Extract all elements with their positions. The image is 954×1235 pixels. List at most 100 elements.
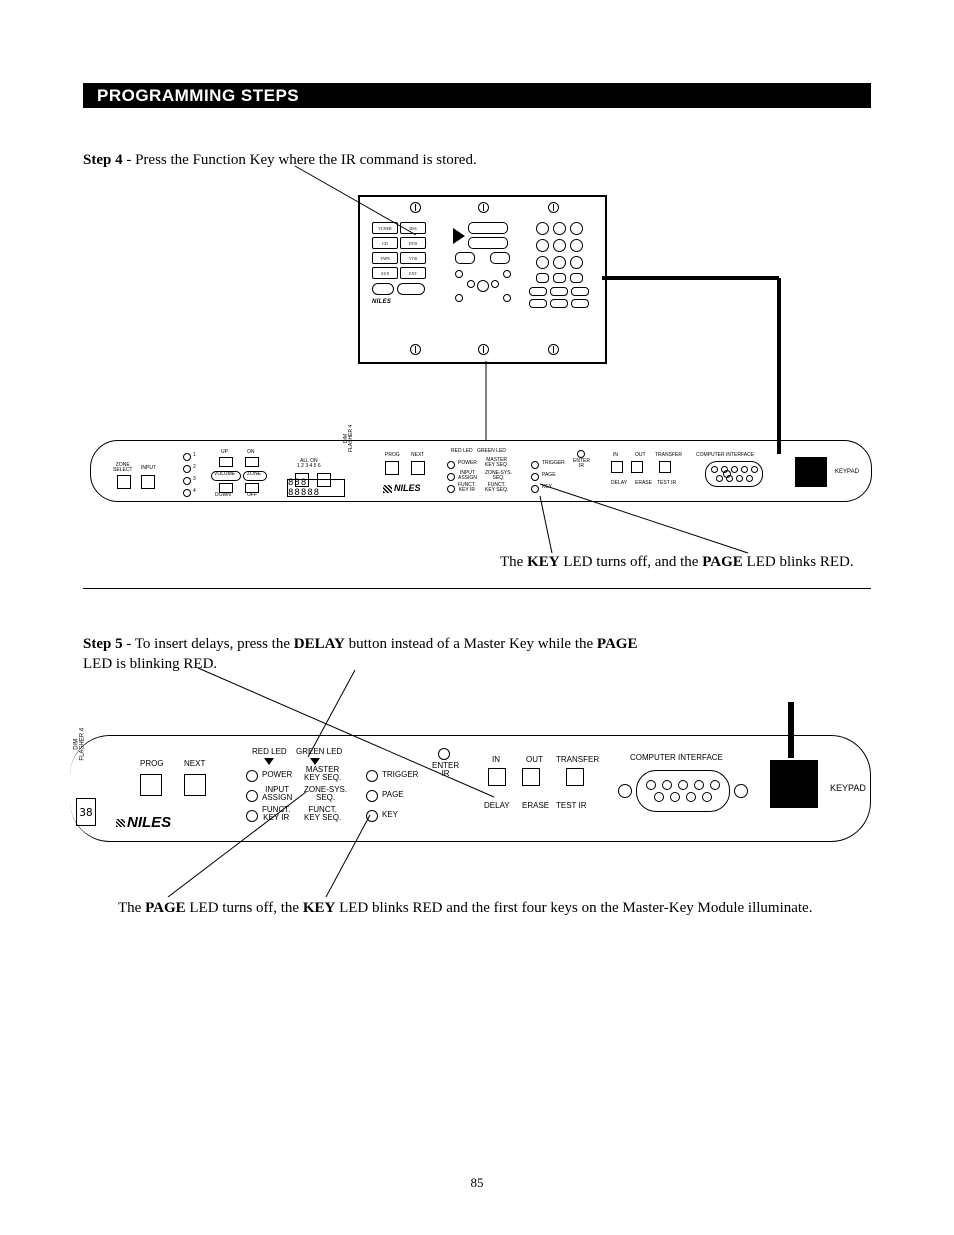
label: ZONE SELECT <box>113 463 132 474</box>
label: D/M FLASHER 4 <box>344 425 355 452</box>
label: GREEN LED <box>477 449 506 454</box>
step-5-label: Step 5 <box>83 636 123 652</box>
label: OUT <box>635 453 646 458</box>
led-icon <box>183 465 191 473</box>
label: DELAY <box>484 802 510 810</box>
keypad-btn <box>468 222 508 234</box>
label: D/M FLASHER 4 <box>73 728 86 761</box>
label: TRANSFER <box>655 453 682 458</box>
master-key <box>550 299 568 308</box>
caption-step-4: The KEY LED turns off, and the PAGE LED … <box>500 554 880 571</box>
label: IN <box>613 453 618 458</box>
label: FUNCT. KEY IR <box>262 806 290 823</box>
label: INPUT ASSIGN <box>262 786 292 803</box>
master-key <box>536 273 549 283</box>
keypad-btn: VCR <box>400 252 426 264</box>
text: KEY <box>527 554 560 570</box>
led-icon <box>531 473 539 481</box>
label: ERASE <box>635 481 652 486</box>
keypad-btn: TUNER <box>372 222 398 234</box>
button-icon <box>488 768 506 786</box>
button-icon <box>245 457 259 467</box>
screw-icon <box>410 344 421 355</box>
dot-icon <box>491 280 499 288</box>
label: TEST IR <box>556 802 587 810</box>
rack-unit-small: ZONE SELECT INPUT 1 2 3 4 UP ON VOLUME Z… <box>90 440 872 502</box>
label: 1 <box>193 453 196 458</box>
keypad-btn: CD <box>372 237 398 249</box>
master-key <box>570 273 583 283</box>
keypad-btn: DSS <box>400 222 426 234</box>
caption-step-5: The PAGE LED turns off, the KEY LED blin… <box>118 900 878 917</box>
text: The <box>118 900 145 916</box>
label: POWER <box>262 771 292 779</box>
label: 2 <box>193 465 196 470</box>
keypad-btn <box>490 252 510 264</box>
arrow-down-icon <box>264 758 274 765</box>
step-4-desc: - Press the Function Key where the IR co… <box>123 152 477 168</box>
label: OFF <box>247 493 257 498</box>
master-key <box>553 273 566 283</box>
horizontal-rule <box>83 588 871 589</box>
play-icon <box>453 228 465 244</box>
rj-port-icon <box>795 457 827 487</box>
screw-icon <box>478 202 489 213</box>
keypad-module: TUNERDSS CDDVD TAPEVCR AUXEXT NILES <box>358 195 607 364</box>
label: PROG <box>385 453 400 458</box>
dot-icon <box>467 280 475 288</box>
label: INPUT <box>141 466 156 471</box>
label: COMPUTER INTERFACE <box>696 453 754 458</box>
rack-unit-large: D/M FLASHER 4 38 PROG NEXT NILES RED LED… <box>70 735 871 842</box>
master-key <box>570 256 583 269</box>
label: POWER <box>458 461 477 466</box>
keypad-btn: TAPE <box>372 252 398 264</box>
label: NEXT <box>411 453 424 458</box>
label: ZONE <box>247 472 261 477</box>
segment-display: 38 <box>76 798 96 826</box>
dot-icon <box>503 294 511 302</box>
arrow-down-icon <box>310 758 320 765</box>
label: MASTER KEY SEQ. <box>485 458 508 469</box>
label: 3 <box>193 477 196 482</box>
label: DOWN <box>215 493 231 498</box>
led-icon <box>246 770 258 782</box>
label: TEST IR <box>657 481 676 486</box>
label: KEY <box>542 485 552 490</box>
step-5-text: Step 5 - To insert delays, press the DEL… <box>83 634 663 675</box>
label: IN <box>492 756 500 764</box>
screw-icon <box>478 344 489 355</box>
button-icon <box>566 768 584 786</box>
led-icon <box>183 453 191 461</box>
button-icon <box>184 774 206 796</box>
text: PAGE <box>145 900 186 916</box>
text: LED blinks RED. <box>743 554 854 570</box>
screw-icon <box>548 344 559 355</box>
label: PAGE <box>542 473 556 478</box>
text: LED turns off, the <box>186 900 303 916</box>
keypad-btn: DVD <box>400 237 426 249</box>
button-icon <box>219 457 233 467</box>
master-key <box>571 287 589 296</box>
screw-icon <box>410 202 421 213</box>
label: FUNCT. KEY SEQ. <box>485 483 508 494</box>
page-number: 85 <box>0 1175 954 1191</box>
label: KEY <box>382 811 398 819</box>
niles-logo: NILES <box>383 483 421 493</box>
screw-icon <box>618 784 632 798</box>
dot-icon <box>455 294 463 302</box>
label: PROG <box>140 760 164 768</box>
label: 4 <box>193 489 196 494</box>
label: VOLUME <box>214 472 235 477</box>
button-icon <box>611 461 623 473</box>
label: ZONE-SYS. SEQ. <box>485 471 512 482</box>
screw-icon <box>734 784 748 798</box>
serial-port-icon <box>705 461 763 487</box>
master-key <box>570 239 583 252</box>
label: COMPUTER INTERFACE <box>630 754 723 762</box>
button-icon <box>411 461 425 475</box>
master-key <box>553 239 566 252</box>
callout-lines <box>0 0 954 1235</box>
text: button instead of a Master Key while the <box>345 636 597 652</box>
led-icon <box>531 461 539 469</box>
text: LED is blinking RED. <box>83 656 217 672</box>
